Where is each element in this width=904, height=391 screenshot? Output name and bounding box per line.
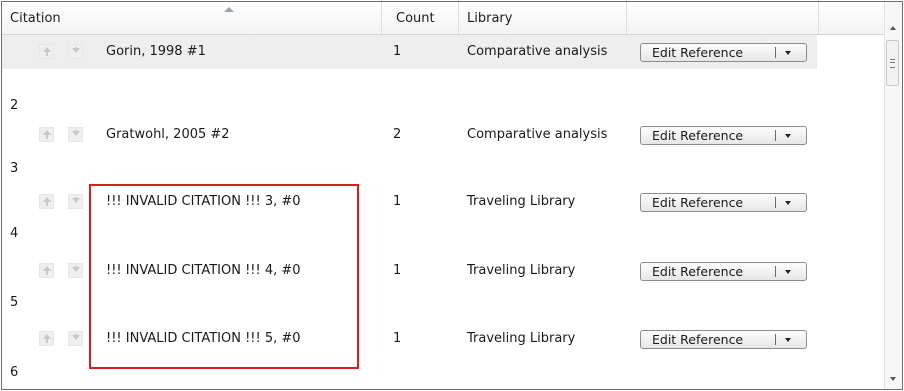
move-down-button[interactable]	[68, 194, 83, 209]
citation-count: 1	[393, 263, 402, 278]
move-up-button[interactable]	[39, 127, 54, 142]
edit-reference-button[interactable]: Edit Reference	[640, 330, 807, 349]
table-header: Citation Count Library	[2, 2, 886, 35]
move-up-button[interactable]	[39, 44, 54, 59]
chevron-down-icon[interactable]	[785, 51, 791, 55]
column-header-library-label: Library	[467, 11, 513, 26]
library-name: Comparative analysis	[467, 44, 608, 59]
citation-count: 2	[393, 127, 402, 142]
edit-reference-button[interactable]: Edit Reference	[640, 126, 807, 145]
edit-reference-button[interactable]: Edit Reference	[640, 262, 807, 281]
citation-text: Gratwohl, 2005 #2	[106, 127, 230, 142]
grip-icon	[890, 59, 895, 68]
citation-count: 1	[393, 331, 402, 346]
row-number: 3	[10, 161, 19, 176]
edit-reference-button[interactable]: Edit Reference	[640, 193, 807, 212]
scrollbar-thumb[interactable]	[886, 40, 899, 86]
column-header-actions	[627, 2, 819, 34]
chevron-down-icon[interactable]	[785, 134, 791, 138]
move-down-button[interactable]	[68, 331, 83, 346]
move-down-button[interactable]	[68, 44, 83, 59]
row-number: 5	[10, 295, 19, 310]
citation-count: 1	[393, 44, 402, 59]
citation-count: 1	[393, 194, 402, 209]
scroll-up-icon[interactable]	[890, 26, 896, 30]
column-header-library[interactable]: Library	[459, 2, 627, 34]
row-number: 2	[10, 98, 19, 113]
move-up-button[interactable]	[39, 194, 54, 209]
column-header-count[interactable]: Count	[382, 2, 459, 34]
column-header-citation-label: Citation	[10, 11, 61, 26]
citation-text: Gorin, 1998 #1	[106, 44, 206, 59]
edit-reference-button[interactable]: Edit Reference	[640, 43, 807, 62]
row-number: 4	[10, 226, 19, 241]
table-row[interactable]: Gratwohl, 2005 #2 2 Comparative analysis…	[2, 118, 886, 152]
edit-reference-label: Edit Reference	[652, 332, 744, 347]
chevron-down-icon[interactable]	[785, 201, 791, 205]
move-up-button[interactable]	[39, 263, 54, 278]
edit-reference-label: Edit Reference	[652, 45, 744, 60]
citations-panel: Citation Count Library Gorin, 1998 #1 1 …	[1, 1, 903, 390]
move-up-button[interactable]	[39, 331, 54, 346]
move-down-button[interactable]	[68, 127, 83, 142]
row-number: 6	[10, 365, 19, 380]
move-down-button[interactable]	[68, 263, 83, 278]
edit-reference-label: Edit Reference	[652, 264, 744, 279]
edit-reference-label: Edit Reference	[652, 128, 744, 143]
vertical-scrollbar[interactable]	[884, 2, 902, 389]
chevron-down-icon[interactable]	[785, 270, 791, 274]
library-name: Traveling Library	[467, 331, 576, 346]
table-row[interactable]: Gorin, 1998 #1 1 Comparative analysis Ed…	[2, 35, 817, 69]
invalid-citations-highlight	[89, 184, 359, 369]
library-name: Traveling Library	[467, 263, 576, 278]
edit-reference-label: Edit Reference	[652, 195, 744, 210]
column-header-citation[interactable]: Citation	[2, 2, 382, 34]
column-header-count-label: Count	[396, 11, 435, 26]
chevron-down-icon[interactable]	[785, 338, 791, 342]
scroll-down-icon[interactable]	[890, 377, 896, 381]
library-name: Traveling Library	[467, 194, 576, 209]
library-name: Comparative analysis	[467, 127, 608, 142]
sort-ascending-icon	[224, 7, 234, 12]
